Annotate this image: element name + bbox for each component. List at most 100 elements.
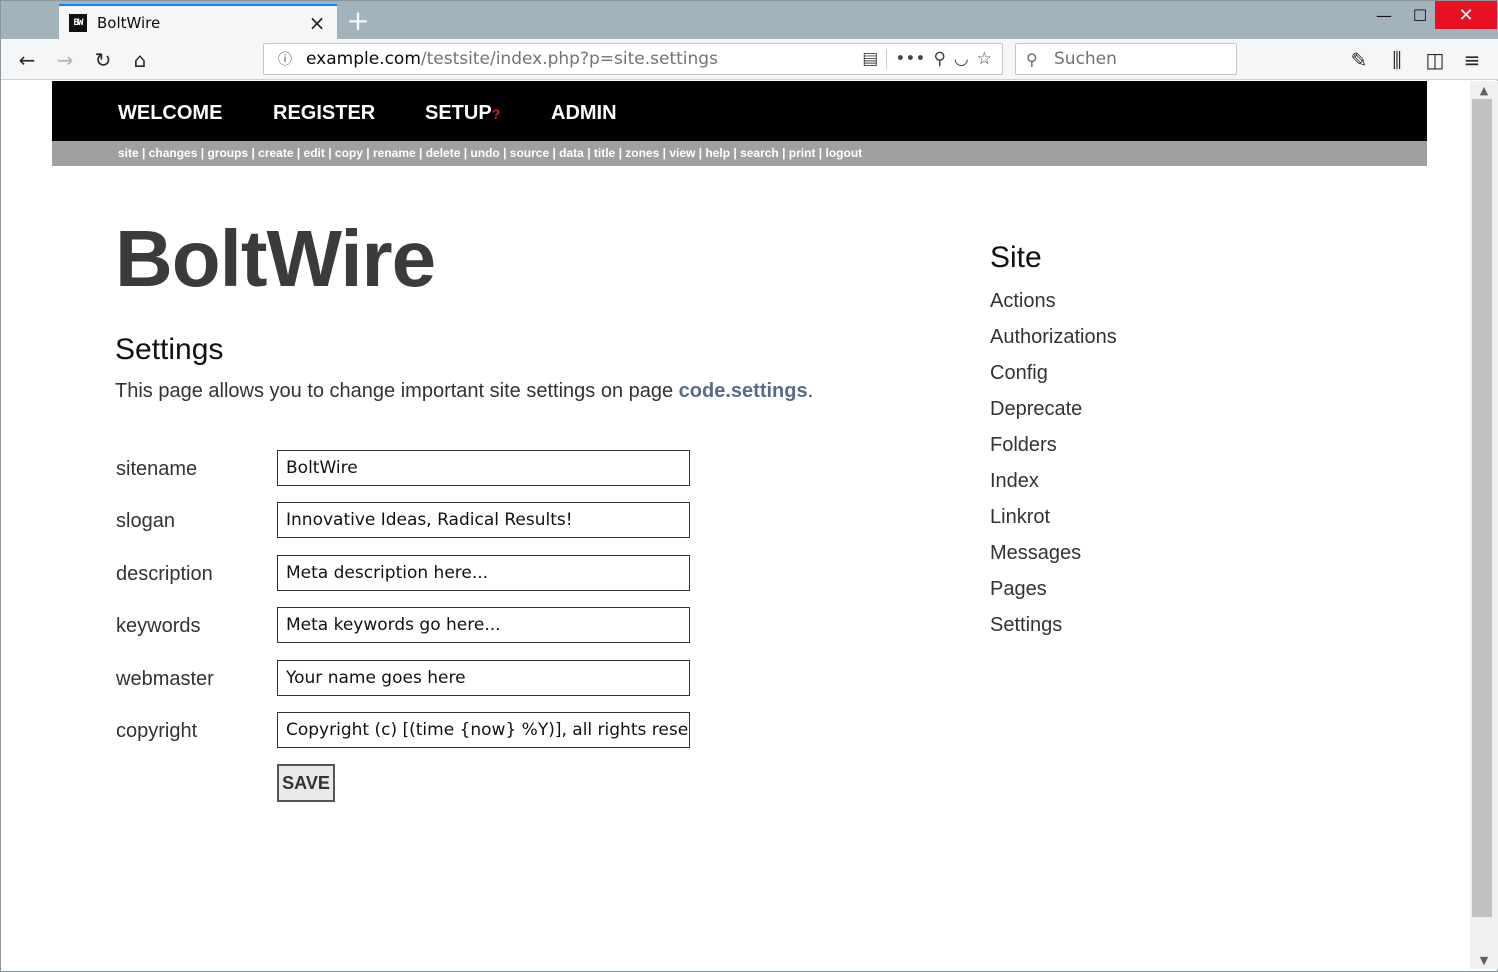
menu-icon[interactable]: ≡ <box>1459 47 1485 73</box>
action-separator: | <box>324 146 335 160</box>
action-separator: | <box>730 146 741 160</box>
action-separator: | <box>778 146 789 160</box>
keywords-input[interactable]: Meta keywords go here... <box>277 607 690 643</box>
sidebar-toggle-icon[interactable]: ◫ <box>1422 47 1448 73</box>
tab-close-icon[interactable]: × <box>307 11 327 35</box>
url-divider <box>886 49 888 69</box>
lightbulb-icon[interactable]: ⚲ <box>933 49 945 69</box>
intro-body: This page allows you to change important… <box>115 380 679 402</box>
action-separator: | <box>549 146 560 160</box>
scroll-thumb[interactable] <box>1472 99 1492 917</box>
action-link[interactable]: create <box>258 146 293 160</box>
action-link[interactable]: site <box>118 146 139 160</box>
action-link[interactable]: print <box>789 146 816 160</box>
action-link[interactable]: copy <box>335 146 363 160</box>
action-link[interactable]: source <box>510 146 549 160</box>
field-label-description: description <box>116 563 213 585</box>
sidebar-item-pages[interactable]: Pages <box>990 578 1047 601</box>
browser-window: BW BoltWire × + — ☐ ✕ ← → ↻ ⌂ ⓘ example.… <box>0 0 1498 972</box>
webmaster-input[interactable]: Your name goes here <box>277 660 690 696</box>
navigation-toolbar: ← → ↻ ⌂ ⓘ example.com/testsite/index.php… <box>1 39 1498 80</box>
field-label-webmaster: webmaster <box>116 668 214 690</box>
new-tab-icon[interactable]: + <box>345 4 371 37</box>
reader-view-icon[interactable]: ▤ <box>862 49 878 69</box>
action-links: site | changes | groups | create | edit … <box>118 146 862 160</box>
browser-tab[interactable]: BW BoltWire × <box>59 4 337 39</box>
close-window-button[interactable]: ✕ <box>1435 1 1497 29</box>
action-separator: | <box>460 146 471 160</box>
copyright-input[interactable]: Copyright (c) [(time {now} %Y)], all rig… <box>277 712 690 748</box>
action-link[interactable]: zones <box>625 146 659 160</box>
action-link[interactable]: view <box>669 146 695 160</box>
sidebar-item-deprecate[interactable]: Deprecate <box>990 398 1082 421</box>
action-link[interactable]: rename <box>373 146 416 160</box>
menu-item-admin[interactable]: ADMIN <box>551 102 617 125</box>
search-icon: ⚲ <box>1026 49 1038 69</box>
field-label-keywords: keywords <box>116 615 201 637</box>
tab-title: BoltWire <box>97 13 161 32</box>
url-actions: ▤ ••• ⚲ ◡ ☆ <box>862 49 992 69</box>
site-brand: BoltWire <box>115 214 436 303</box>
reload-icon[interactable]: ↻ <box>90 47 116 73</box>
field-label-slogan: slogan <box>116 510 175 532</box>
url-text[interactable]: example.com/testsite/index.php?p=site.se… <box>306 49 862 69</box>
search-bar[interactable]: ⚲ Suchen <box>1015 43 1237 75</box>
page-actions-icon[interactable]: ••• <box>895 49 925 69</box>
action-link[interactable]: search <box>740 146 779 160</box>
action-link[interactable]: delete <box>426 146 461 160</box>
sidebar-item-actions[interactable]: Actions <box>990 290 1056 313</box>
scroll-up-arrow-icon[interactable]: ▲ <box>1470 81 1498 99</box>
field-label-sitename: sitename <box>116 458 198 480</box>
vertical-scrollbar[interactable]: ▲ ▼ <box>1470 81 1498 969</box>
menu-item-welcome[interactable]: WELCOME <box>118 102 222 125</box>
sidebar-item-config[interactable]: Config <box>990 362 1048 385</box>
description-input[interactable]: Meta description here... <box>277 555 690 591</box>
page-viewport: WELCOME REGISTER SETUP? ADMIN site | cha… <box>2 81 1470 969</box>
sidebar-item-folders[interactable]: Folders <box>990 434 1057 457</box>
back-arrow-icon[interactable]: ← <box>14 47 40 73</box>
field-label-copyright: copyright <box>116 720 198 742</box>
titlebar: BW BoltWire × + — ☐ ✕ <box>1 1 1498 39</box>
slogan-input[interactable]: Innovative Ideas, Radical Results! <box>277 502 690 538</box>
action-link[interactable]: data <box>559 146 584 160</box>
action-link[interactable]: logout <box>826 146 863 160</box>
action-link[interactable]: help <box>705 146 730 160</box>
wrench-icon[interactable]: ✎ <box>1346 47 1372 73</box>
pocket-icon[interactable]: ◡ <box>954 49 969 69</box>
action-separator: | <box>815 146 826 160</box>
action-bar: site | changes | groups | create | edit … <box>52 141 1427 166</box>
intro-text: This page allows you to change important… <box>115 380 813 403</box>
favicon-icon: BW <box>69 13 87 32</box>
sidebar-item-index[interactable]: Index <box>990 470 1039 493</box>
menu-item-setup[interactable]: SETUP? <box>425 102 500 125</box>
sidebar-item-messages[interactable]: Messages <box>990 542 1081 565</box>
action-link[interactable]: edit <box>304 146 325 160</box>
forward-arrow-icon[interactable]: → <box>52 47 78 73</box>
sitename-input[interactable]: BoltWire <box>277 450 690 486</box>
home-icon[interactable]: ⌂ <box>127 47 153 73</box>
action-link[interactable]: changes <box>149 146 198 160</box>
url-path: /testsite/index.php?p=site.settings <box>420 49 718 69</box>
action-separator: | <box>248 146 259 160</box>
action-link[interactable]: undo <box>470 146 499 160</box>
action-link[interactable]: groups <box>207 146 248 160</box>
url-host: example.com <box>306 49 421 69</box>
site-info-icon[interactable]: ⓘ <box>274 48 296 70</box>
action-link[interactable]: title <box>594 146 615 160</box>
action-separator: | <box>615 146 626 160</box>
action-separator: | <box>138 146 149 160</box>
url-bar[interactable]: ⓘ example.com/testsite/index.php?p=site.… <box>263 43 1003 75</box>
sidebar-item-settings[interactable]: Settings <box>990 614 1062 637</box>
sidebar-item-linkrot[interactable]: Linkrot <box>990 506 1050 529</box>
bookmark-star-icon[interactable]: ☆ <box>977 49 992 69</box>
search-placeholder: Suchen <box>1054 49 1117 69</box>
page-title: Settings <box>115 333 224 366</box>
code-settings-link[interactable]: code.settings <box>679 380 808 402</box>
action-separator: | <box>499 146 510 160</box>
library-icon[interactable]: ⫼ <box>1384 47 1410 73</box>
menu-item-register[interactable]: REGISTER <box>273 102 375 125</box>
top-menu: WELCOME REGISTER SETUP? ADMIN <box>52 81 1427 141</box>
sidebar-item-authorizations[interactable]: Authorizations <box>990 326 1117 349</box>
save-button[interactable]: SAVE <box>277 764 335 802</box>
scroll-down-arrow-icon[interactable]: ▼ <box>1470 951 1498 969</box>
